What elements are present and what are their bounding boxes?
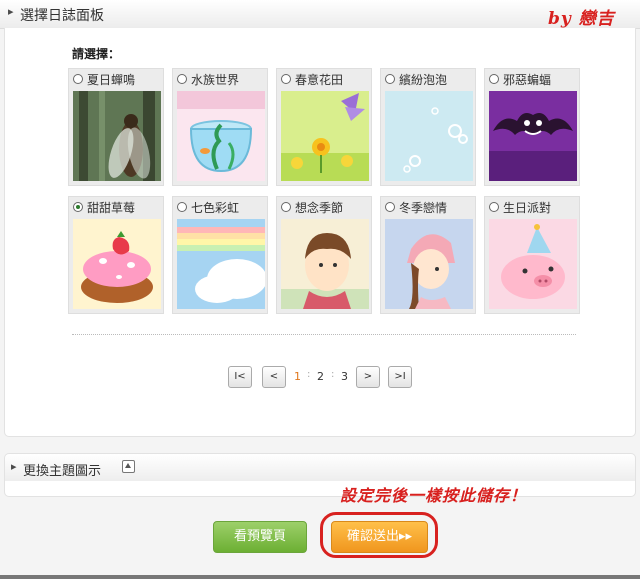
radio-button[interactable] xyxy=(489,74,499,84)
next-page-button[interactable]: > xyxy=(356,366,380,388)
page-number-current[interactable]: 1 xyxy=(294,370,301,383)
preview-button[interactable]: 看預覽頁 xyxy=(213,521,307,553)
radio-button[interactable] xyxy=(177,74,187,84)
girl-thumbnail-icon xyxy=(385,219,473,309)
fishbowl-thumbnail-icon xyxy=(177,91,265,181)
first-page-button[interactable]: I< xyxy=(228,366,252,388)
pagination: I< < 1 : 2 : 3 > >I xyxy=(228,366,414,388)
cicada-thumbnail-icon xyxy=(73,91,161,181)
bat-thumbnail-icon xyxy=(489,91,577,181)
bubbles-thumbnail-icon xyxy=(385,91,473,181)
panel-title: 選擇日誌面板 xyxy=(20,8,104,24)
bottom-border xyxy=(0,575,640,579)
theme-label: 春意花田 xyxy=(295,73,344,87)
panel-header: ▸ 選擇日誌面板 xyxy=(0,0,640,29)
theme-icon-section-body xyxy=(4,481,636,497)
flower-field-thumbnail-icon xyxy=(281,91,369,181)
section-title: 更換主題圖示 xyxy=(23,464,102,479)
theme-label: 冬季戀情 xyxy=(399,201,448,215)
theme-icon-section-header: ▸ 更換主題圖示 xyxy=(4,453,636,482)
theme-grid: 夏日蟬鳴 水族世界 春意花田 繽紛泡泡 邪惡蝙蝠 甜甜草莓 七色彩虹 想念季節 … xyxy=(68,68,583,318)
divider xyxy=(72,334,576,335)
radio-button[interactable] xyxy=(73,74,83,84)
theme-label: 水族世界 xyxy=(191,73,240,87)
page-number[interactable]: 3 xyxy=(341,370,348,383)
last-page-button[interactable]: >I xyxy=(388,366,412,388)
theme-label: 甜甜草莓 xyxy=(87,201,136,215)
strawberry-cake-thumbnail-icon xyxy=(73,219,161,309)
expand-arrow-icon: ▸ xyxy=(8,5,14,18)
theme-option[interactable]: 邪惡蝙蝠 xyxy=(484,68,580,186)
theme-option[interactable]: 冬季戀情 xyxy=(380,196,476,314)
theme-label: 七色彩虹 xyxy=(191,201,240,215)
confirm-submit-button[interactable]: 確認送出▸▸ xyxy=(331,521,428,553)
signature: by 戀吉 xyxy=(548,9,615,29)
theme-option[interactable]: 夏日蟬鳴 xyxy=(68,68,164,186)
double-arrow-icon: ▸▸ xyxy=(398,529,413,544)
rainbow-thumbnail-icon xyxy=(177,219,265,309)
theme-label: 夏日蟬鳴 xyxy=(87,73,136,87)
radio-button[interactable] xyxy=(73,202,83,212)
theme-option[interactable]: 七色彩虹 xyxy=(172,196,268,314)
theme-label: 生日派對 xyxy=(503,201,552,215)
radio-button[interactable] xyxy=(281,202,291,212)
theme-option[interactable]: 春意花田 xyxy=(276,68,372,186)
collapse-toggle-icon[interactable] xyxy=(122,460,135,473)
radio-button[interactable] xyxy=(489,202,499,212)
radio-button[interactable] xyxy=(385,202,395,212)
theme-option[interactable]: 生日派對 xyxy=(484,196,580,314)
theme-label: 繽紛泡泡 xyxy=(399,73,448,87)
theme-label: 邪惡蝙蝠 xyxy=(503,73,552,87)
page-separator: : xyxy=(307,369,311,380)
theme-option[interactable]: 想念季節 xyxy=(276,196,372,314)
save-annotation: 設定完後一樣按此儲存！ xyxy=(340,486,528,505)
theme-option[interactable]: 甜甜草莓 xyxy=(68,196,164,314)
theme-option[interactable]: 繽紛泡泡 xyxy=(380,68,476,186)
page-number[interactable]: 2 xyxy=(317,370,324,383)
theme-option[interactable]: 水族世界 xyxy=(172,68,268,186)
prev-page-button[interactable]: < xyxy=(262,366,286,388)
page-separator: : xyxy=(331,369,335,380)
radio-button[interactable] xyxy=(177,202,187,212)
select-prompt: 請選擇： xyxy=(72,47,121,61)
pig-party-thumbnail-icon xyxy=(489,219,577,309)
theme-label: 想念季節 xyxy=(295,201,344,215)
boy-thumbnail-icon xyxy=(281,219,369,309)
confirm-label: 確認送出 xyxy=(346,529,399,544)
radio-button[interactable] xyxy=(385,74,395,84)
expand-arrow-icon: ▸ xyxy=(11,460,17,473)
radio-button[interactable] xyxy=(281,74,291,84)
